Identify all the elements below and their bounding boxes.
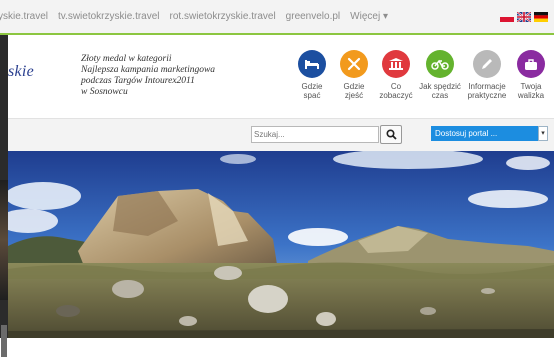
category-nav: Gdzie spać Gdzie zjeść Co zobaczyć Jak spęd… <box>289 50 554 118</box>
link-greenvelo[interactable]: greenvelo.pl <box>286 11 340 22</box>
more-menu[interactable]: Więcej ▾ <box>350 11 388 22</box>
nav-your-suitcase[interactable]: Twoja walizka <box>508 50 554 100</box>
site-header: skie Złoty medal w kategorii Najlepsza k… <box>8 35 554 118</box>
nav-label: Jak spędzić <box>419 82 461 91</box>
pencil-icon <box>473 50 501 78</box>
nav-what-to-see[interactable]: Co zobaczyć <box>373 50 419 100</box>
award-line: w Sosnowcu <box>81 87 128 97</box>
language-flags <box>500 12 548 22</box>
strip-glow <box>0 180 8 300</box>
link-travel[interactable]: yskie.travel <box>0 11 48 22</box>
nav-label: Co <box>390 82 402 91</box>
award-line: Złoty medal w kategorii <box>81 54 172 64</box>
nav-where-to-eat[interactable]: Gdzie zjeść <box>331 50 377 100</box>
suitcase-icon <box>517 50 545 78</box>
nav-label: praktyczne <box>467 91 507 100</box>
search-input[interactable] <box>251 126 379 143</box>
nav-label: spać <box>303 91 321 100</box>
nav-label: Twoja <box>520 82 542 91</box>
top-links-bar: yskie.travel tv.swietokrzyskie.travel ro… <box>0 0 554 33</box>
cutlery-icon <box>340 50 368 78</box>
link-tv[interactable]: tv.swietokrzyskie.travel <box>58 11 160 22</box>
external-links: yskie.travel tv.swietokrzyskie.travel ro… <box>0 0 398 33</box>
monument-icon <box>382 50 410 78</box>
nav-where-to-sleep[interactable]: Gdzie spać <box>289 50 335 100</box>
nav-label: czas <box>431 91 449 100</box>
nav-label: zjeść <box>344 91 364 100</box>
award-text: Złoty medal w kategorii Najlepsza kampan… <box>81 54 215 98</box>
nav-practical-info[interactable]: Informacje praktyczne <box>464 50 510 100</box>
award-line: podczas Targów Intourex2011 <box>81 76 195 86</box>
site-logo[interactable]: skie <box>8 63 34 81</box>
link-rot[interactable]: rot.swietokrzyskie.travel <box>170 11 276 22</box>
nav-how-to-spend-time[interactable]: Jak spędzić czas <box>417 50 463 100</box>
strip-slot <box>1 325 7 357</box>
nav-label: Informacje <box>468 82 506 91</box>
flag-de-icon[interactable] <box>534 12 548 22</box>
search-bar-row: Dostosuj portal ... ▾ <box>8 118 554 152</box>
nav-label: Gdzie <box>343 82 365 91</box>
award-line: Najlepsza kampania marketingowa <box>81 65 216 75</box>
nav-label: Gdzie <box>301 82 323 91</box>
customize-portal-select[interactable]: Dostosuj portal ... ▾ <box>431 126 548 141</box>
search-button[interactable] <box>380 125 402 144</box>
hero-landscape-image <box>8 151 554 338</box>
bed-icon <box>298 50 326 78</box>
nav-label: walizka <box>517 91 545 100</box>
flag-pl-icon[interactable] <box>500 12 514 22</box>
chevron-down-icon: ▾ <box>538 126 548 141</box>
portal-select-value: Dostosuj portal ... <box>435 129 498 138</box>
bike-icon <box>426 50 454 78</box>
flag-gb-icon[interactable] <box>517 12 531 22</box>
search-icon <box>385 129 397 140</box>
left-edge-strip <box>0 35 8 357</box>
nav-label: zobaczyć <box>379 91 413 100</box>
